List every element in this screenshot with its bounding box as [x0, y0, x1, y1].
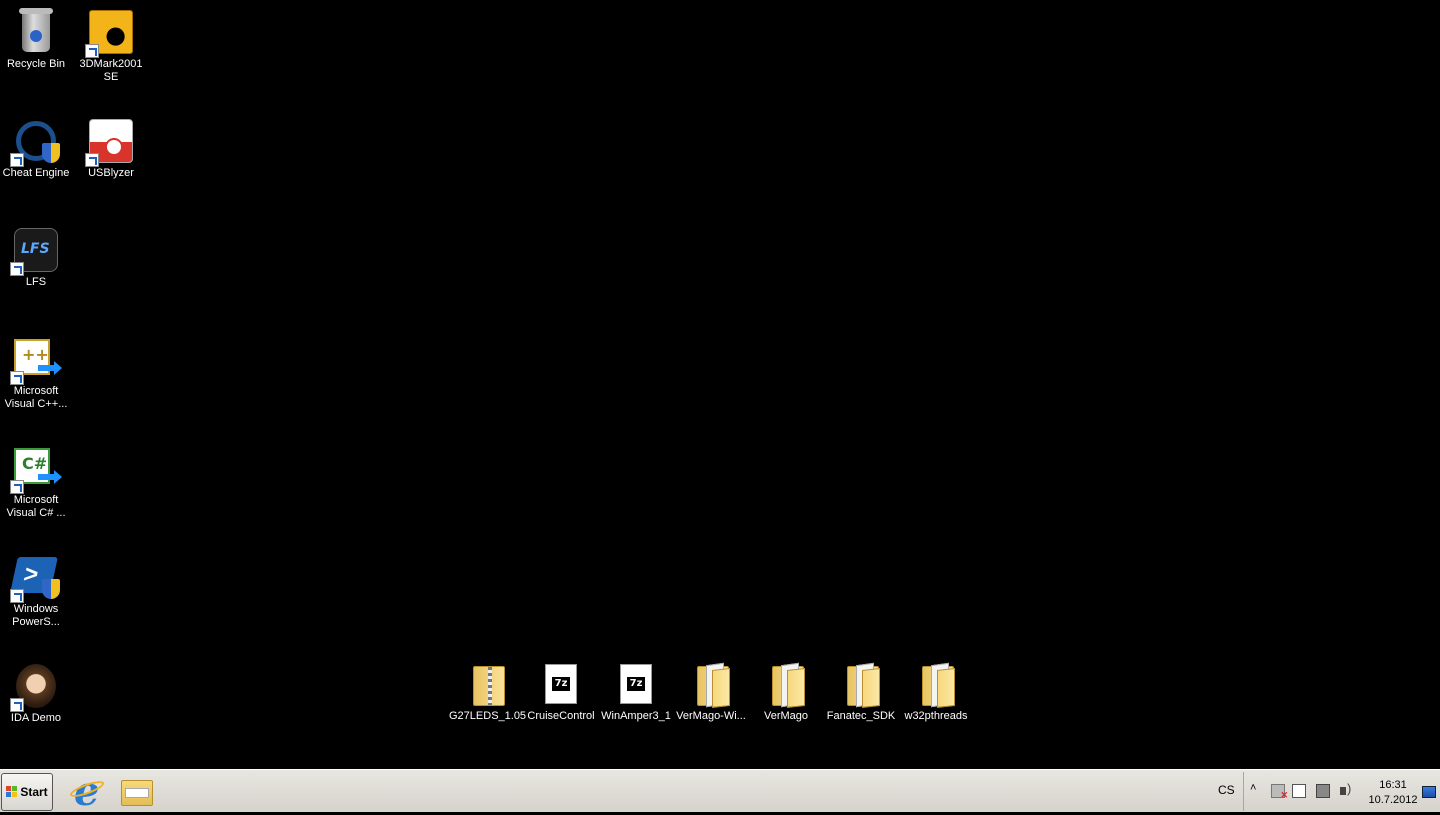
cheat-engine-icon [10, 117, 60, 167]
network-disconnected-icon[interactable] [1271, 784, 1288, 801]
windows-logo-icon [6, 786, 19, 798]
shortcut-arrow-icon [85, 44, 99, 58]
show-desktop-button[interactable] [1422, 786, 1436, 798]
zip-folder-icon [463, 660, 511, 708]
folder-icon [912, 660, 960, 708]
shortcut-arrow-icon [10, 480, 24, 494]
icon-label: VerMago [763, 710, 809, 722]
icon-label: USBlyzer [88, 167, 134, 179]
desktop: Recycle Bin 3DMark2001 SE Cheat Engine U… [0, 0, 1440, 769]
desktop-icon-vermago[interactable]: VerMago [748, 660, 824, 723]
desktop-icon-usblyzer[interactable]: USBlyzer [73, 117, 149, 180]
shortcut-arrow-icon [10, 589, 24, 603]
icon-label: 3DMark2001 SE [79, 58, 143, 83]
desktop-icon-vermago-wi[interactable]: VerMago-Wi... [673, 660, 749, 723]
shortcut-arrow-icon [85, 153, 99, 167]
7z-archive-icon [612, 660, 660, 708]
shortcut-arrow-icon [10, 153, 24, 167]
usblyzer-icon [85, 117, 135, 167]
desktop-icon-winamper[interactable]: WinAmper3_1 [598, 660, 674, 723]
visual-cpp-icon: ++ [10, 335, 62, 385]
visual-csharp-icon: C# [10, 444, 62, 494]
icon-label: Cheat Engine [2, 167, 70, 179]
icon-label: VerMago-Wi... [676, 710, 746, 722]
clock-time: 16:31 [1379, 779, 1407, 791]
lfs-icon [10, 226, 60, 276]
desktop-icon-lfs[interactable]: LFS [0, 226, 74, 289]
folder-icon [762, 660, 810, 708]
powershell-icon [10, 553, 60, 603]
shortcut-arrow-icon [10, 371, 24, 385]
shortcut-arrow-icon [10, 698, 24, 712]
desktop-icon-visual-cpp[interactable]: ++ Microsoft Visual C++... [0, 335, 74, 411]
notification-area: ˄ 16:31 10.7.2012 [1243, 772, 1440, 811]
shortcut-arrow-icon [10, 262, 24, 276]
icon-label: LFS [25, 276, 47, 288]
desktop-icon-cruisecontrol[interactable]: CruiseControl [523, 660, 599, 723]
desktop-icon-cheat-engine[interactable]: Cheat Engine [0, 117, 74, 180]
ida-icon [10, 662, 60, 712]
icon-label: Recycle Bin [6, 58, 66, 70]
action-center-icon[interactable] [1316, 784, 1330, 798]
start-button[interactable]: Start [1, 773, 53, 811]
desktop-icon-visual-csharp[interactable]: C# Microsoft Visual C# ... [0, 444, 74, 520]
desktop-icon-g27leds[interactable]: G27LEDS_1.05 [449, 660, 527, 723]
icon-label: Fanatec_SDK [826, 710, 896, 722]
language-indicator[interactable]: CS [1218, 783, 1235, 797]
icon-label: w32pthreads [904, 710, 968, 722]
start-label: Start [20, 785, 48, 799]
volume-icon[interactable] [1340, 781, 1354, 798]
desktop-icon-recycle-bin[interactable]: Recycle Bin [0, 8, 74, 71]
desktop-icon-ida-demo[interactable]: IDA Demo [0, 662, 74, 725]
icon-label: CruiseControl [527, 710, 595, 722]
clock[interactable]: 16:31 10.7.2012 [1363, 778, 1423, 808]
7z-archive-icon [537, 660, 585, 708]
clock-date: 10.7.2012 [1368, 794, 1418, 806]
icon-label: G27LEDS_1.05 [449, 710, 527, 722]
power-icon[interactable] [1292, 784, 1306, 798]
icon-label: Microsoft Visual C# ... [6, 494, 66, 519]
recycle-bin-icon [12, 8, 60, 56]
folder-icon [687, 660, 735, 708]
desktop-icon-w32pthreads[interactable]: w32pthreads [898, 660, 974, 723]
show-hidden-icons-chevron-icon[interactable]: ˄ [1250, 782, 1256, 794]
3dmark-icon [85, 8, 135, 58]
taskbar: Start CS ˄ 16:31 10.7.2012 [0, 768, 1440, 815]
folder-icon [837, 660, 885, 708]
icon-label: Windows PowerS... [12, 603, 60, 628]
internet-explorer-icon[interactable] [69, 768, 107, 815]
desktop-icon-powershell[interactable]: Windows PowerS... [0, 553, 74, 629]
uac-shield-icon [42, 579, 60, 599]
desktop-icon-fanatec-sdk[interactable]: Fanatec_SDK [823, 660, 899, 723]
uac-shield-icon [42, 143, 60, 163]
windows-explorer-icon[interactable] [119, 774, 157, 810]
icon-label: Microsoft Visual C++... [4, 385, 68, 410]
desktop-icon-3dmark[interactable]: 3DMark2001 SE [73, 8, 149, 84]
icon-label: IDA Demo [10, 712, 62, 724]
icon-label: WinAmper3_1 [601, 710, 671, 722]
